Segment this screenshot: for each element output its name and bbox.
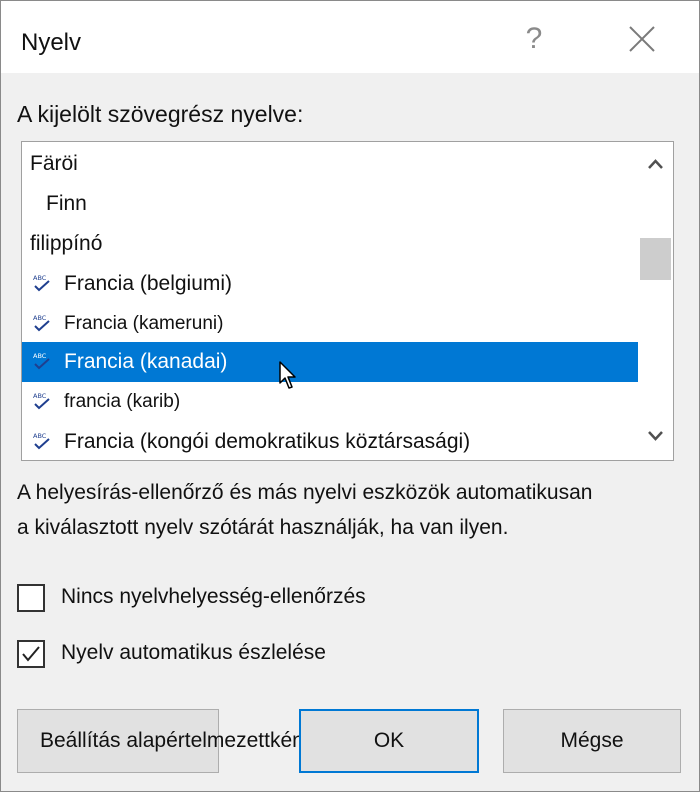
cancel-label: Mégse xyxy=(560,729,624,752)
chevron-up-icon xyxy=(648,159,663,169)
vertical-scrollbar[interactable] xyxy=(638,142,673,460)
cancel-button[interactable]: Mégse xyxy=(503,709,681,773)
spellcheck-icon: ABC xyxy=(33,352,50,370)
close-button[interactable] xyxy=(619,19,663,59)
svg-text:ABC: ABC xyxy=(33,274,47,282)
list-item-label: Finn xyxy=(46,192,87,215)
list-item[interactable]: ABC francia (karib) xyxy=(22,382,638,422)
mouse-pointer-icon xyxy=(279,361,296,389)
list-item[interactable]: ABC Francia (kameruni) xyxy=(22,304,638,344)
spellcheck-icon: ABC xyxy=(33,314,50,332)
chevron-down-icon xyxy=(648,431,663,441)
list-item[interactable]: Finn xyxy=(22,184,638,224)
svg-text:ABC: ABC xyxy=(33,392,47,400)
list-item-label: francia (karib) xyxy=(64,391,181,412)
list-item-selected[interactable]: ABC Francia (kanadai) xyxy=(22,342,638,382)
list-item[interactable]: filippínó xyxy=(22,224,638,264)
spellcheck-icon: ABC xyxy=(33,432,50,450)
spellcheck-icon: ABC xyxy=(33,392,50,410)
list-item-label: Francia (belgiumi) xyxy=(64,272,233,295)
list-item-label: filippínó xyxy=(30,232,103,255)
detect-language-label: Nyelv automatikus észlelése xyxy=(61,641,326,664)
list-item-label: Francia (kameruni) xyxy=(64,313,224,334)
ok-button[interactable]: OK xyxy=(299,709,479,773)
description-line: a kiválasztott nyelv szótárát használják… xyxy=(17,516,509,539)
no-proofing-checkbox[interactable] xyxy=(17,584,45,612)
list-item[interactable]: ABC Francia (kongói demokratikus köztárs… xyxy=(22,422,638,460)
scroll-down-button[interactable] xyxy=(638,418,673,452)
close-icon xyxy=(629,26,655,52)
no-proofing-label: Nincs nyelvhelyesség-ellenőrzés xyxy=(61,585,366,608)
language-dialog: Nyelv ? A kijelölt szövegrész nyelve: Fä… xyxy=(0,0,700,792)
svg-text:ABC: ABC xyxy=(33,314,47,322)
description-line: A helyesírás-ellenőrző és más nyelvi esz… xyxy=(17,481,593,504)
language-listbox[interactable]: Färöi Finn filippínó ABC Francia (belgiu… xyxy=(21,141,674,461)
ok-label: OK xyxy=(373,729,405,752)
set-default-label: Beállítás alapértelmezettként xyxy=(40,729,310,752)
list-item[interactable]: Färöi xyxy=(22,144,638,184)
svg-text:ABC: ABC xyxy=(33,352,47,360)
language-list: Färöi Finn filippínó ABC Francia (belgiu… xyxy=(22,142,638,460)
set-default-button[interactable]: Beállítás alapértelmezettként xyxy=(17,709,310,773)
help-button[interactable]: ? xyxy=(517,19,551,59)
scroll-up-button[interactable] xyxy=(638,148,673,182)
scrollbar-thumb[interactable] xyxy=(640,238,671,280)
svg-text:ABC: ABC xyxy=(33,432,47,440)
description-text: A helyesírás-ellenőrző és más nyelvi esz… xyxy=(17,475,677,545)
list-item-label: Färöi xyxy=(30,152,78,175)
language-list-label: A kijelölt szövegrész nyelve: xyxy=(17,101,304,127)
list-item-label: Francia (kongói demokratikus köztársaság… xyxy=(64,430,471,453)
list-item[interactable]: ABC Francia (belgiumi) xyxy=(22,264,638,304)
detect-language-checkbox[interactable] xyxy=(17,640,45,668)
checkmark-icon xyxy=(22,646,40,662)
spellcheck-icon: ABC xyxy=(33,274,50,292)
list-item-label: Francia (kanadai) xyxy=(64,350,228,373)
dialog-title: Nyelv xyxy=(21,29,82,56)
title-bar: Nyelv ? xyxy=(1,1,699,73)
